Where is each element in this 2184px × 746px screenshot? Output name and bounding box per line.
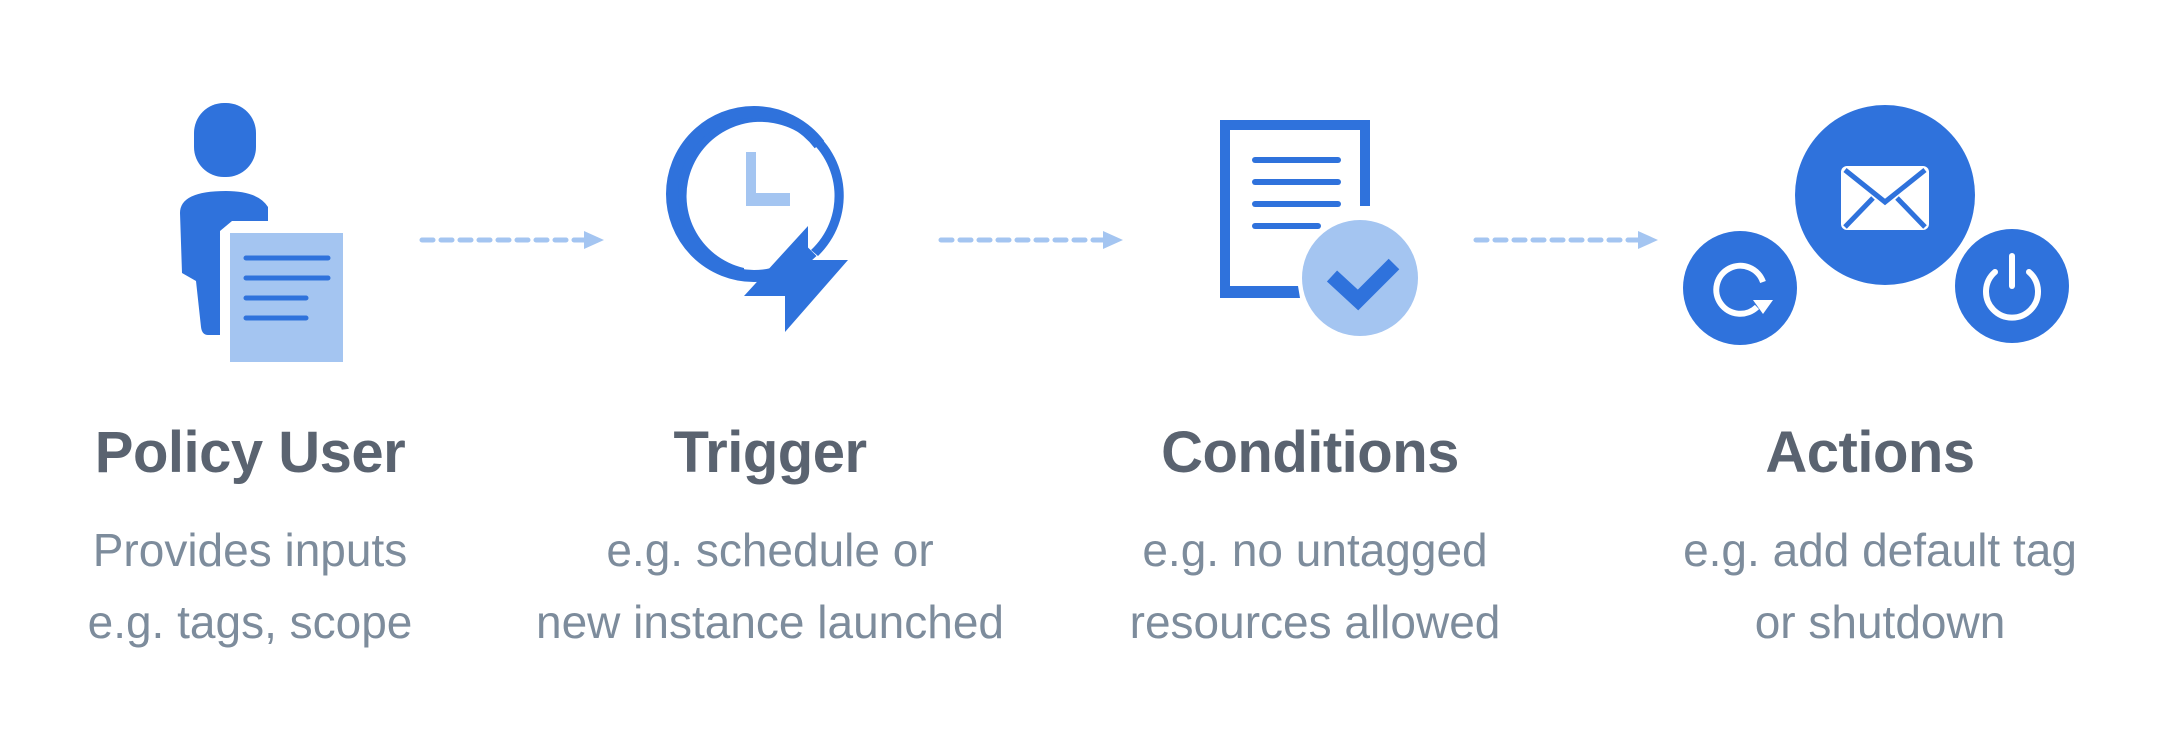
step-description-line: e.g. tags, scope (87, 596, 413, 648)
clock-lightning-icon (666, 106, 848, 332)
step-description-line: e.g. no untagged (1142, 524, 1488, 576)
flow-arrow-2 (938, 231, 1123, 249)
step-title-trigger: Trigger (673, 420, 867, 485)
step-description-line: resources allowed (1129, 596, 1501, 648)
step-description-line: Provides inputs (92, 524, 408, 576)
step-description-line: e.g. add default tag (1683, 524, 2077, 576)
step-description-line: or shutdown (1754, 596, 2006, 648)
flow-arrow-1 (419, 231, 604, 249)
user-with-document-icon (180, 103, 343, 362)
step-title-policy-user: Policy User (94, 420, 406, 485)
step-title-conditions: Conditions (1161, 420, 1459, 485)
step-description-line: new instance launched (536, 596, 1004, 648)
step-description-line: e.g. schedule or (606, 524, 934, 576)
flow-arrow-3 (1473, 231, 1658, 249)
document-check-icon (1220, 120, 1418, 336)
step-title-actions: Actions (1765, 420, 1975, 485)
actions-icon (1683, 105, 2069, 345)
